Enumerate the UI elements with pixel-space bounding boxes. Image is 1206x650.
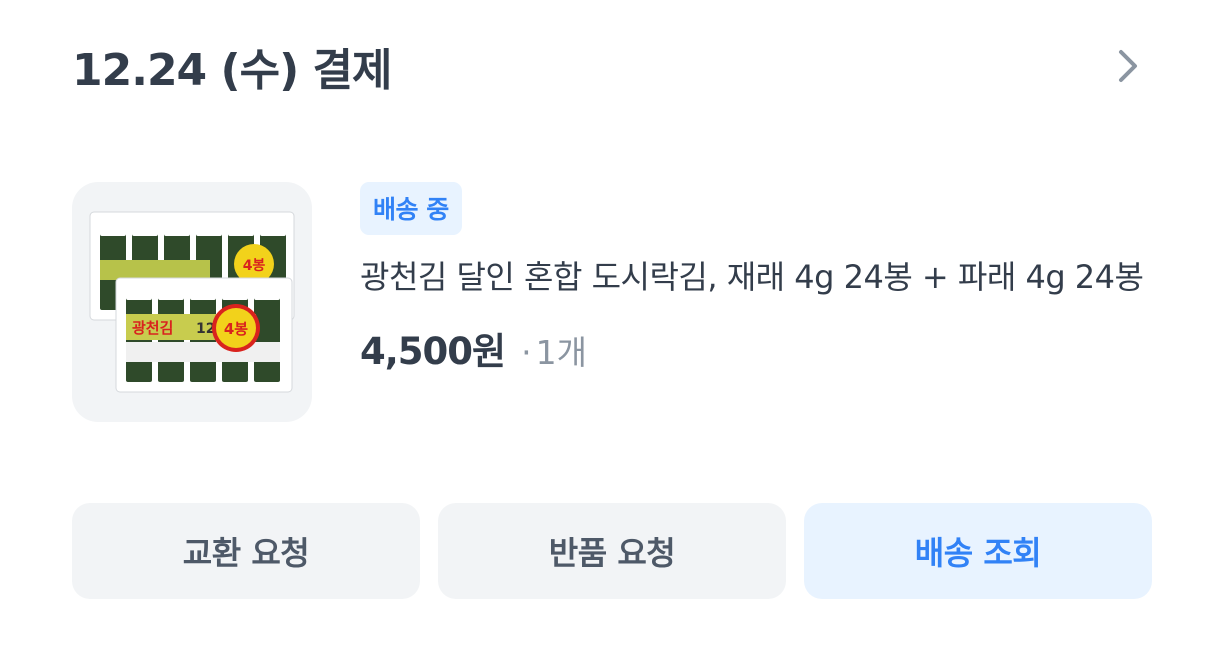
track-delivery-button[interactable]: 배송 조회 — [804, 503, 1152, 599]
product-quantity: · 1개 — [521, 326, 587, 374]
order-date-title: 12.24 (수) 결제 — [72, 45, 392, 96]
product-thumbnail[interactable]: 4봉 광천김 12+ 4봉 — [72, 182, 312, 422]
exchange-request-button[interactable]: 교환 요청 — [72, 503, 420, 599]
quantity-value: 1개 — [535, 333, 587, 372]
return-request-button[interactable]: 반품 요청 — [438, 503, 786, 599]
product-price: 4,500원 — [360, 330, 506, 373]
product-row[interactable]: 4봉 광천김 12+ 4봉 배송 중 광천김 달인 혼합 도시락김, 재래 4g… — [72, 182, 1152, 432]
product-name[interactable]: 광천김 달인 혼합 도시락김, 재래 4g 24봉 + 파래 4g 24봉 — [360, 251, 1152, 303]
order-header[interactable]: 12.24 (수) 결제 — [72, 36, 1152, 96]
status-badge: 배송 중 — [360, 182, 462, 235]
thumbnail-badge-back: 4봉 — [243, 258, 266, 274]
product-info: 배송 중 광천김 달인 혼합 도시락김, 재래 4g 24봉 + 파래 4g 2… — [360, 182, 1152, 375]
order-card: 12.24 (수) 결제 4봉 광천김 12+ 4봉 배송 중 광천김 달인 혼… — [0, 0, 1206, 650]
action-buttons: 교환 요청 반품 요청 배송 조회 — [72, 503, 1152, 599]
price-row: 4,500원 · 1개 — [360, 321, 1152, 375]
thumbnail-badge-front: 4봉 — [224, 320, 248, 338]
seaweed-product-image-icon: 4봉 광천김 12+ 4봉 — [89, 211, 295, 393]
quantity-separator: · — [521, 333, 532, 372]
thumbnail-brand-text: 광천김 — [132, 319, 173, 337]
chevron-right-icon[interactable] — [1108, 46, 1148, 86]
